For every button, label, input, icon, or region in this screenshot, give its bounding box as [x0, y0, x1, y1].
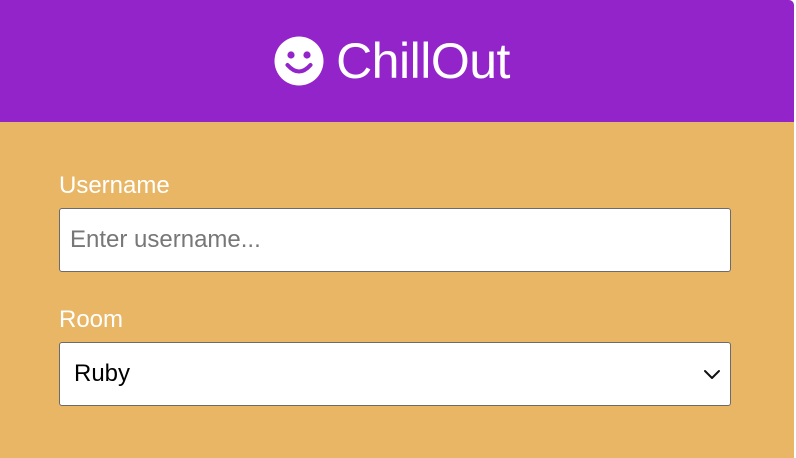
app-header: ChillOut — [0, 0, 794, 122]
room-select-value: Ruby — [74, 360, 131, 387]
chevron-down-icon — [704, 370, 720, 379]
username-input[interactable] — [59, 208, 731, 272]
username-label: Username — [59, 172, 170, 199]
join-form: Username Room Ruby — [0, 122, 794, 458]
brand: ChillOut — [274, 36, 510, 86]
room-select[interactable]: Ruby — [59, 342, 731, 406]
smiley-face-icon — [274, 36, 324, 86]
app-name: ChillOut — [336, 33, 510, 89]
room-label: Room — [59, 306, 124, 333]
join-card: ChillOut Username Room Ruby — [0, 0, 794, 458]
